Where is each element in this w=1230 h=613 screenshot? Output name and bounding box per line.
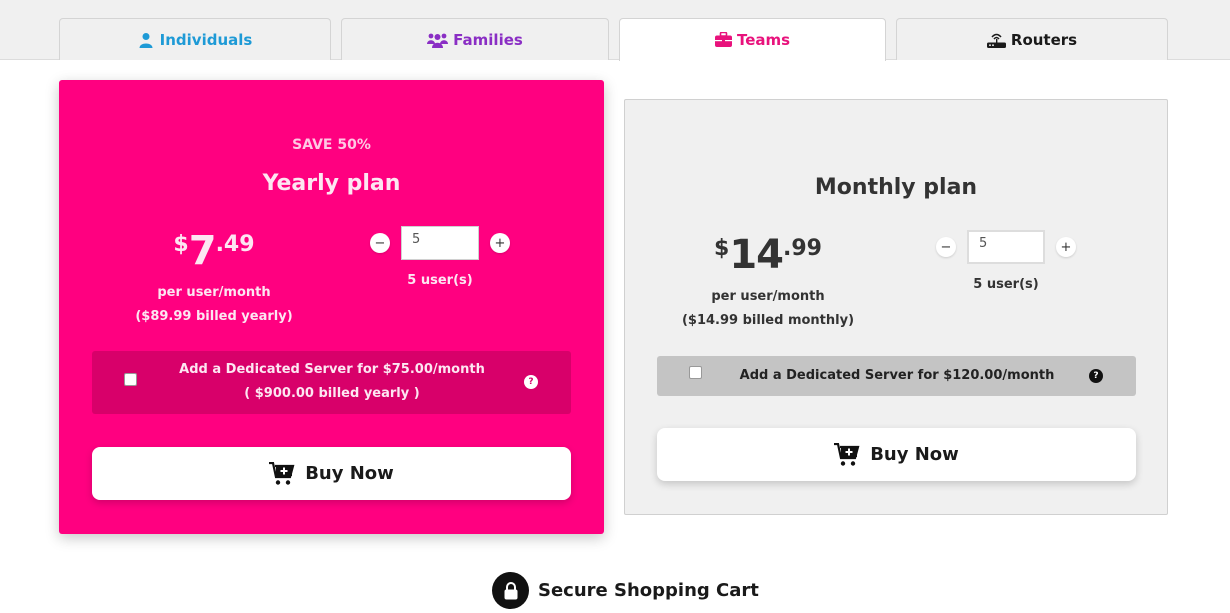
monthly-user-count: 5 user(s) xyxy=(973,277,1039,292)
monthly-dedicated-server-checkbox[interactable] xyxy=(689,366,702,379)
tab-individuals[interactable]: Individuals xyxy=(59,18,331,60)
router-icon xyxy=(986,32,1007,48)
per-user-month-label: per user/month xyxy=(157,285,271,300)
price-currency: $ xyxy=(714,236,730,261)
yearly-quantity-input[interactable] xyxy=(401,226,479,260)
lock-icon xyxy=(492,572,529,609)
secure-cart-label: Secure Shopping Cart xyxy=(538,580,759,601)
server-billed-line: ( $900.00 billed yearly ) xyxy=(244,386,420,401)
tab-teams[interactable]: Teams xyxy=(619,18,886,61)
user-icon xyxy=(138,32,156,48)
tab-families-label: Families xyxy=(453,30,523,49)
tab-routers[interactable]: Routers xyxy=(896,18,1168,60)
monthly-dedicated-server-label: Add a Dedicated Server for $120.00/month xyxy=(739,368,1055,383)
decrement-button[interactable]: − xyxy=(936,237,956,257)
increment-button[interactable]: + xyxy=(1056,237,1076,257)
yearly-user-stepper: − + xyxy=(370,226,510,260)
price-whole: 7 xyxy=(188,228,217,274)
help-icon[interactable]: ? xyxy=(1089,369,1103,383)
help-icon[interactable]: ? xyxy=(524,375,538,389)
yearly-dedicated-server-label: Add a Dedicated Server for $75.00/month … xyxy=(152,358,512,406)
tab-families[interactable]: Families xyxy=(341,18,609,60)
tab-individuals-label: Individuals xyxy=(159,30,253,49)
server-price-line: Add a Dedicated Server for $75.00/month xyxy=(179,362,485,377)
cart-plus-icon xyxy=(834,442,860,466)
secure-shopping-cart: Secure Shopping Cart xyxy=(492,572,759,609)
yearly-price: $7.49 xyxy=(159,228,269,274)
buy-now-label: Buy Now xyxy=(870,444,959,465)
cart-plus-icon xyxy=(269,461,295,485)
monthly-buy-now-button[interactable]: Buy Now xyxy=(657,428,1136,481)
yearly-buy-now-button[interactable]: Buy Now xyxy=(92,447,571,500)
billed-yearly-label: ($89.99 billed yearly) xyxy=(135,309,293,324)
decrement-button[interactable]: − xyxy=(370,233,390,253)
price-currency: $ xyxy=(173,232,189,257)
increment-button[interactable]: + xyxy=(490,233,510,253)
tab-teams-label: Teams xyxy=(736,31,791,49)
billed-monthly-label: ($14.99 billed monthly) xyxy=(681,313,855,328)
price-cents: .49 xyxy=(215,232,255,257)
yearly-user-count: 5 user(s) xyxy=(407,273,473,288)
yearly-dedicated-server-option: Add a Dedicated Server for $75.00/month … xyxy=(92,351,571,414)
briefcase-icon xyxy=(714,31,733,48)
monthly-quantity-input[interactable] xyxy=(967,230,1045,264)
buy-now-label: Buy Now xyxy=(305,463,394,484)
yearly-plan-title: Yearly plan xyxy=(262,171,401,196)
monthly-plan-title: Monthly plan xyxy=(814,175,978,200)
monthly-plan-card: Monthly plan $14.99 per user/month ($14.… xyxy=(624,99,1168,515)
monthly-user-stepper: − + xyxy=(936,230,1076,264)
users-icon xyxy=(427,32,449,48)
yearly-plan-card: SAVE 50% Yearly plan $7.49 per user/mont… xyxy=(59,80,604,534)
price-cents: .99 xyxy=(783,236,822,261)
monthly-price-details: per user/month ($14.99 billed monthly) xyxy=(663,285,873,333)
yearly-dedicated-server-checkbox[interactable] xyxy=(124,373,137,386)
price-whole: 14 xyxy=(729,232,784,278)
tab-routers-label: Routers xyxy=(1010,30,1078,49)
yearly-price-details: per user/month ($89.99 billed yearly) xyxy=(109,281,319,329)
per-user-month-label: per user/month xyxy=(711,289,825,304)
monthly-dedicated-server-option: Add a Dedicated Server for $120.00/month… xyxy=(657,356,1136,396)
plan-category-tabs: Individuals Families Teams Routers xyxy=(0,0,1230,61)
monthly-price: $14.99 xyxy=(713,232,823,278)
save-badge: SAVE 50% xyxy=(292,137,371,153)
